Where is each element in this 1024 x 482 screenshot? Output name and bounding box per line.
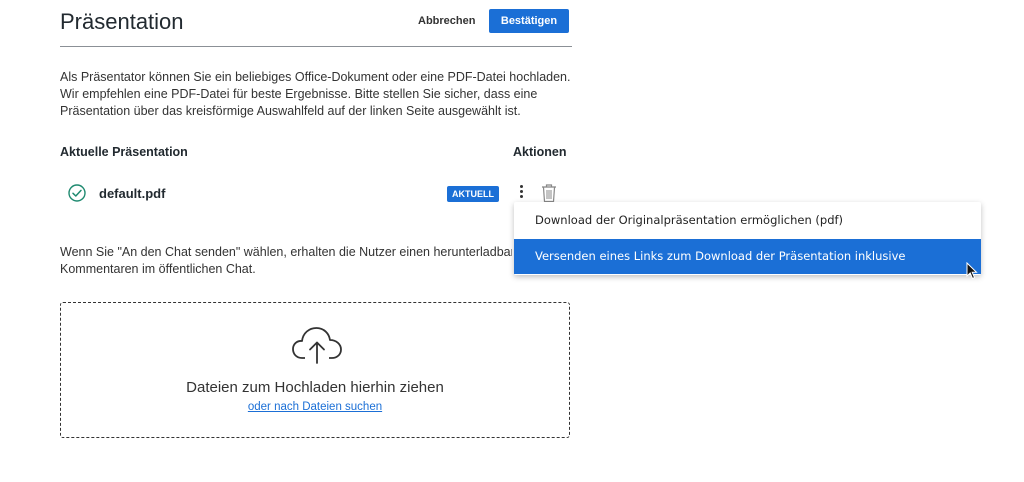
- confirm-button[interactable]: Bestätigen: [489, 9, 569, 33]
- cancel-button[interactable]: Abbrechen: [418, 10, 475, 32]
- mouse-cursor-icon: [966, 262, 978, 280]
- send-text-line-1: Wenn Sie "An den Chat senden" wählen, er…: [60, 245, 512, 259]
- column-header-current: Aktuelle Präsentation: [60, 145, 188, 159]
- actions-dropdown-menu: Download der Originalpräsentation ermögl…: [514, 202, 981, 298]
- check-circle-icon[interactable]: [68, 184, 86, 202]
- file-name: default.pdf: [99, 186, 166, 201]
- send-text-line-2: Kommentaren im öffentlichen Chat.: [60, 262, 256, 276]
- intro-text: Als Präsentator können Sie ein beliebige…: [60, 70, 571, 118]
- page-title: Präsentation: [60, 9, 184, 34]
- menu-item-send-link-with-annotations[interactable]: Versenden eines Links zum Download der P…: [514, 239, 981, 298]
- more-options-icon[interactable]: [515, 183, 527, 203]
- menu-item-download-original[interactable]: Download der Originalpräsentation ermögl…: [514, 203, 981, 238]
- browse-files-link[interactable]: oder nach Dateien suchen: [61, 401, 569, 413]
- dropzone-text: Dateien zum Hochladen hierhin ziehen: [186, 379, 444, 396]
- modal-header: Präsentation Abbrechen Bestätigen: [60, 0, 572, 47]
- status-badge: AKTUELL: [447, 186, 499, 202]
- table-row: default.pdf AKTUELL: [60, 174, 572, 212]
- presentation-modal: Präsentation Abbrechen Bestätigen Als Pr…: [60, 0, 572, 482]
- upload-dropzone[interactable]: Dateien zum Hochladen hierhin ziehen ode…: [60, 302, 570, 438]
- column-header-actions: Aktionen: [513, 145, 567, 159]
- trash-icon[interactable]: [540, 183, 558, 203]
- send-to-chat-text: Wenn Sie "An den Chat senden" wählen, er…: [60, 244, 512, 278]
- cloud-upload-icon: [292, 327, 342, 364]
